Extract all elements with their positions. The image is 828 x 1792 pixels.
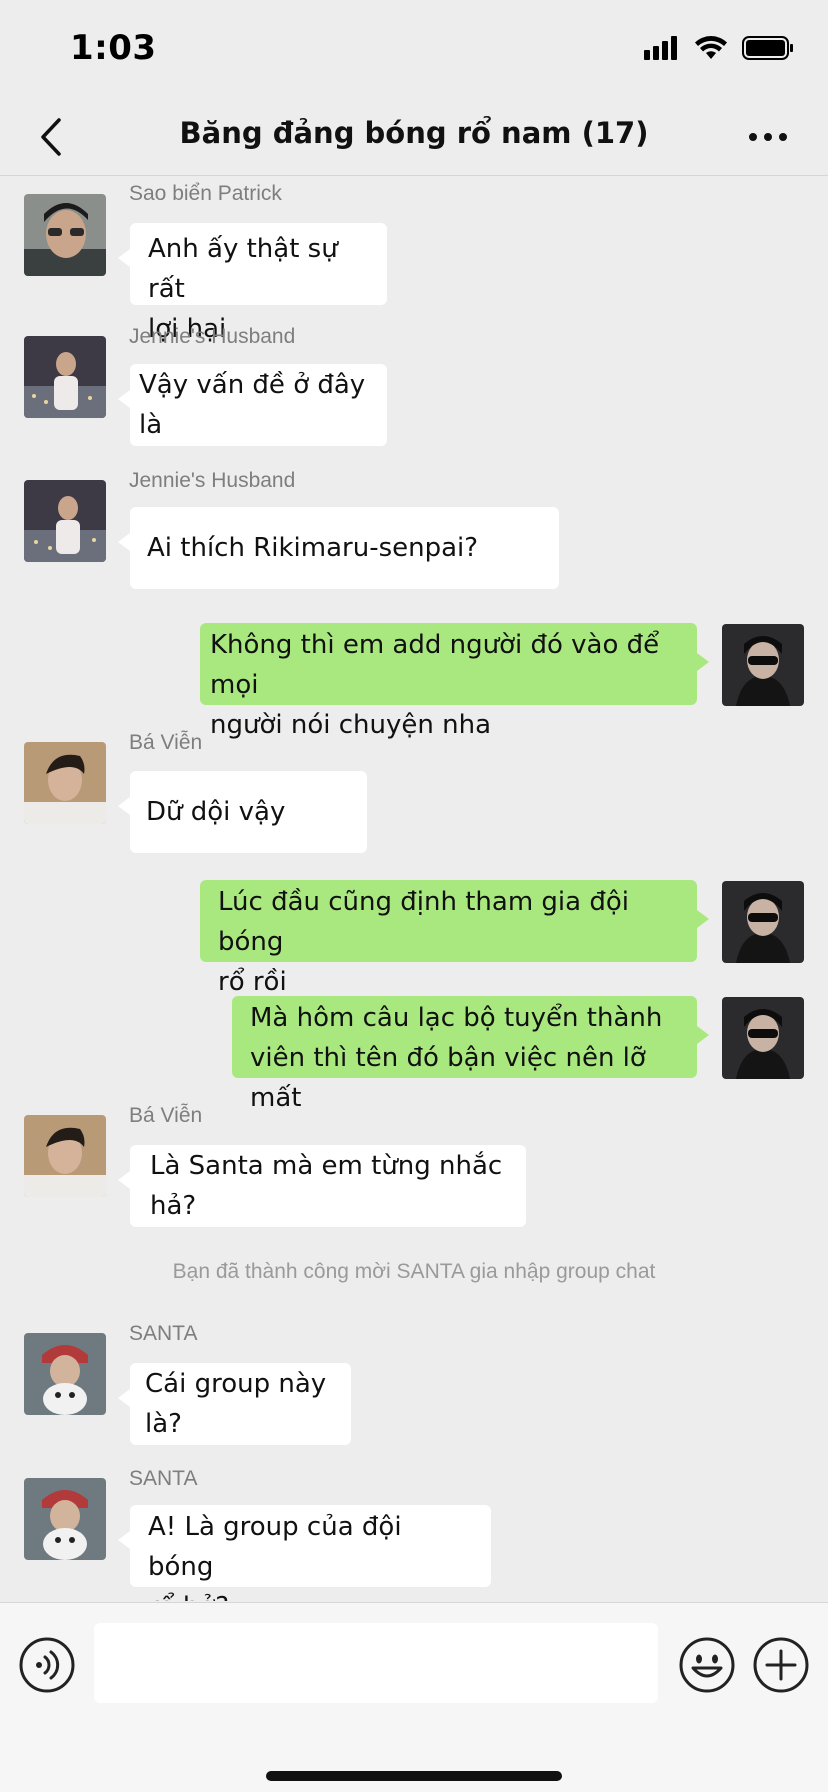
message-text: Vậy vấn đề ở đây là — [139, 370, 366, 440]
message-text: A! Là group của đội bóng — [148, 1512, 402, 1582]
sender-name: Sao biển Patrick — [129, 182, 282, 205]
plus-button[interactable] — [752, 1636, 810, 1694]
sender-name: Bá Viễn — [129, 731, 203, 754]
message-outgoing: Không thì em add người đó vào để mọi ngư… — [0, 623, 828, 740]
signal-bars-icon — [644, 36, 677, 60]
message-bubble[interactable]: Anh ấy thật sự rất lợi hại — [118, 223, 387, 344]
message-text: rổ hở? — [148, 1587, 473, 1601]
sender-name: Jennie's Husband — [129, 469, 296, 492]
message-bubble[interactable]: Lúc đầu cũng định tham gia đội bóng rổ r… — [200, 880, 709, 997]
battery-icon — [742, 36, 793, 60]
avatar[interactable] — [24, 1478, 106, 1560]
message-incoming: Bá Viễn Dữ dội vậy — [0, 731, 828, 853]
status-icons — [644, 36, 794, 60]
message-incoming: Sao biển Patrick Anh ấy thật sự rất lợi … — [0, 182, 828, 344]
message-incoming: Bá Viễn Là Santa mà em từng nhắc hả? — [0, 1104, 828, 1227]
avatar[interactable] — [24, 1333, 106, 1415]
sender-name: SANTA — [129, 1322, 198, 1345]
chat-screen: 1:03 Băng đảng bóng rổ nam (17) Sao biển… — [0, 0, 828, 1792]
avatar[interactable] — [722, 624, 804, 706]
plus-icon — [753, 1637, 809, 1693]
message-bubble[interactable]: A! Là group của đội bóng rổ hở? — [118, 1505, 491, 1601]
message-bubble[interactable]: Dữ dội vậy — [118, 771, 367, 853]
back-button[interactable] — [26, 112, 76, 162]
avatar[interactable] — [722, 997, 804, 1079]
message-text: Dữ dội vậy — [146, 797, 286, 827]
message-bubble[interactable]: Ai thích Rikimaru-senpai? — [118, 507, 559, 589]
message-text: Anh ấy thật sự rất — [148, 234, 338, 304]
message-outgoing: Lúc đầu cũng định tham gia đội bóng rổ r… — [0, 880, 828, 997]
message-incoming: SANTA Cái group này là? — [0, 1322, 828, 1445]
message-bubble[interactable]: Không thì em add người đó vào để mọi ngư… — [200, 623, 709, 740]
message-outgoing: Mà hôm câu lạc bộ tuyển thành viên thì t… — [0, 996, 828, 1113]
avatar[interactable] — [24, 194, 106, 276]
chat-title: Băng đảng bóng rổ nam (17) — [179, 116, 649, 150]
emoji-icon — [679, 1637, 735, 1693]
sender-name: Bá Viễn — [129, 1104, 203, 1127]
message-input[interactable] — [94, 1623, 658, 1703]
avatar[interactable] — [24, 336, 106, 418]
message-incoming: Jennie's Husband Vậy vấn đề ở đây là — [0, 325, 828, 446]
message-incoming: SANTA A! Là group của đội bóng rổ hở? — [0, 1467, 828, 1601]
message-bubble[interactable]: Cái group này là? — [118, 1363, 351, 1445]
more-button[interactable] — [738, 114, 798, 160]
sender-name: SANTA — [129, 1467, 198, 1490]
message-text: Là Santa mà em từng nhắc hả? — [150, 1151, 503, 1221]
message-bubble[interactable]: Vậy vấn đề ở đây là — [118, 364, 387, 446]
message-incoming: Jennie's Husband Ai thích Rikimaru-senpa… — [0, 469, 828, 589]
ellipsis-icon — [749, 133, 787, 141]
chevron-left-icon — [41, 118, 61, 156]
message-text: Mà hôm câu lạc bộ tuyển thành — [250, 1003, 663, 1033]
message-bubble[interactable]: Mà hôm câu lạc bộ tuyển thành viên thì t… — [232, 996, 709, 1113]
avatar[interactable] — [24, 480, 106, 562]
input-bar — [0, 1602, 828, 1792]
system-message: Bạn đã thành công mời SANTA gia nhập gro… — [172, 1260, 656, 1283]
emoji-button[interactable] — [678, 1636, 736, 1694]
voice-button[interactable] — [18, 1636, 76, 1694]
sender-name: Jennie's Husband — [129, 325, 296, 348]
message-text: Không thì em add người đó vào để mọi — [210, 630, 660, 700]
message-bubble[interactable]: Là Santa mà em từng nhắc hả? — [118, 1145, 526, 1227]
home-indicator[interactable] — [266, 1771, 562, 1781]
nav-bar: Băng đảng bóng rổ nam (17) — [0, 100, 828, 176]
status-time: 1:03 — [70, 28, 157, 68]
voice-icon — [19, 1637, 75, 1693]
avatar[interactable] — [24, 742, 106, 824]
message-list: Sao biển Patrick Anh ấy thật sự rất lợi … — [0, 177, 828, 1601]
message-text: Ai thích Rikimaru-senpai? — [147, 533, 479, 563]
wifi-icon — [695, 36, 727, 59]
message-text: Cái group này là? — [145, 1369, 327, 1439]
avatar[interactable] — [24, 1115, 106, 1197]
status-bar: 1:03 — [0, 0, 828, 100]
message-text: Lúc đầu cũng định tham gia đội bóng — [218, 887, 629, 957]
avatar[interactable] — [722, 881, 804, 963]
